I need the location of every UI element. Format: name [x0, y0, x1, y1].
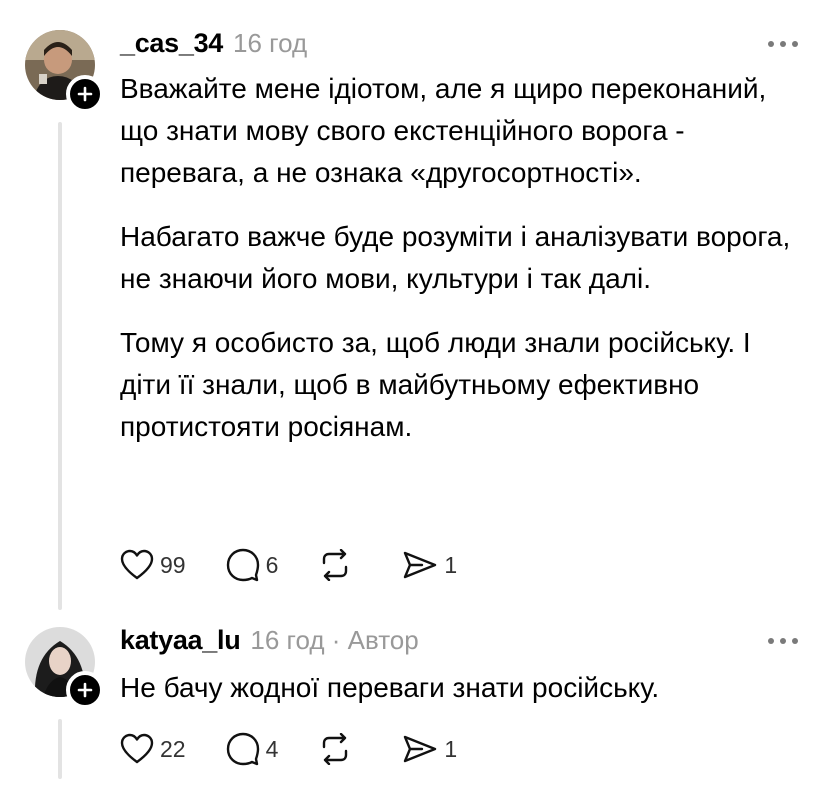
reply-button[interactable]: 6	[226, 548, 279, 582]
paragraph: Вважайте мене ідіотом, але я щиро переко…	[120, 73, 767, 188]
like-button[interactable]: 99	[120, 549, 186, 581]
like-count: 99	[160, 551, 186, 578]
paragraph: Не бачу жодної переваги знати російську.	[120, 672, 660, 703]
comment-text: Не бачу жодної переваги знати російську.	[120, 667, 800, 731]
comment-2: katyaa_lu 16 год · Автор Не бачу жодної …	[0, 615, 828, 789]
share-button[interactable]: 1	[402, 734, 457, 764]
timestamp: 16 год · Автор	[250, 625, 419, 655]
thread-line	[58, 122, 62, 610]
comment-1: _cas_34 16 год Вважайте мене ідіотом, ал…	[0, 0, 828, 615]
send-icon	[404, 735, 437, 763]
repost-icon	[323, 549, 348, 581]
paragraph: Набагато важче буде розуміти і аналізува…	[120, 221, 791, 294]
share-button[interactable]: 1	[402, 550, 457, 580]
share-count: 1	[444, 735, 458, 762]
repost-icon	[323, 733, 348, 765]
heart-icon	[120, 733, 154, 764]
repost-button[interactable]	[318, 733, 352, 765]
comment-header: _cas_34 16 год	[120, 28, 307, 59]
username[interactable]: _cas_34	[120, 28, 223, 59]
share-count: 1	[444, 551, 458, 578]
action-bar: 22 4 1	[120, 732, 497, 766]
like-count: 22	[160, 735, 186, 762]
thread-line	[58, 719, 62, 779]
reply-count: 4	[265, 735, 279, 762]
repost-button[interactable]	[318, 549, 352, 581]
username[interactable]: katyaa_lu	[120, 625, 241, 656]
action-bar: 99 6 1	[120, 548, 497, 582]
comment-header: katyaa_lu 16 год · Автор	[120, 625, 419, 656]
comment-text: Вважайте мене ідіотом, але я щиро переко…	[120, 68, 800, 470]
comment-icon	[226, 548, 259, 582]
timestamp: 16 год	[233, 28, 308, 58]
reply-count: 6	[265, 551, 279, 578]
reply-button[interactable]: 4	[226, 732, 279, 766]
more-icon[interactable]	[768, 634, 798, 648]
heart-icon	[120, 549, 154, 580]
like-button[interactable]: 22	[120, 733, 186, 765]
more-icon[interactable]	[768, 37, 798, 51]
paragraph: Тому я особисто за, щоб люди знали росій…	[120, 327, 751, 442]
follow-plus-icon[interactable]	[66, 75, 104, 113]
send-icon	[404, 551, 437, 579]
follow-plus-icon[interactable]	[66, 671, 104, 709]
comment-icon	[226, 732, 259, 766]
